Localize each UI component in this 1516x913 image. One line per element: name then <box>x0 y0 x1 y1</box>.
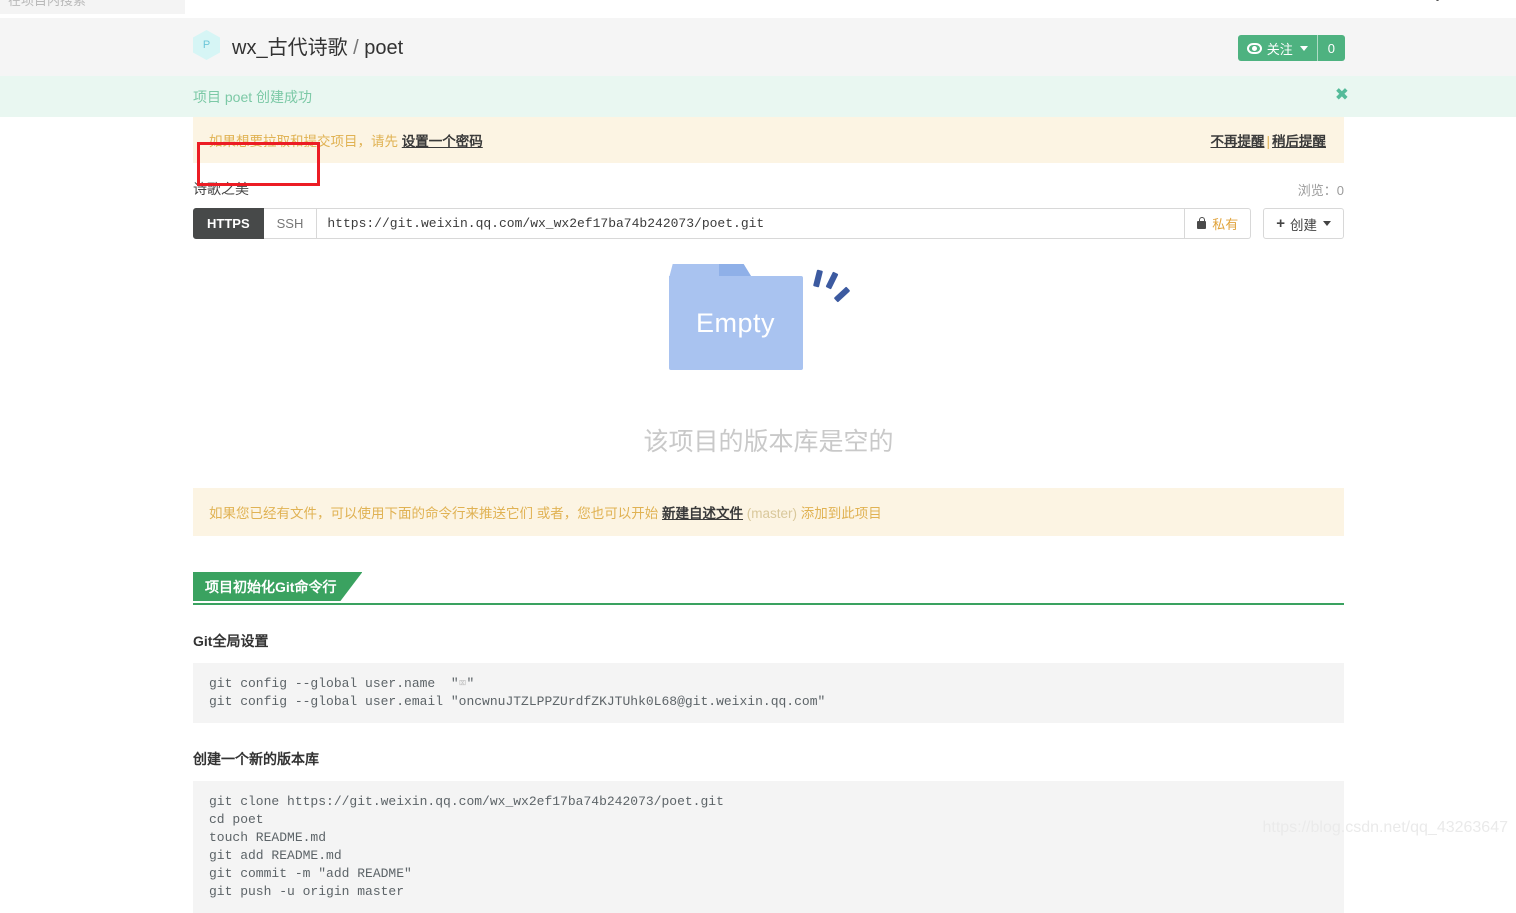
empty-folder-illustration: Empty <box>668 264 869 394</box>
watch-count[interactable]: 0 <box>1316 35 1345 61</box>
new-repo-code[interactable]: git clone https://git.weixin.qq.com/wx_w… <box>193 781 1344 913</box>
chevron-down-icon <box>1323 221 1331 226</box>
success-banner-message: 项目 poet 创建成功 <box>193 89 313 105</box>
set-password-link[interactable]: 设置一个密码 <box>402 134 483 149</box>
readme-hint-alert: 如果您已经有文件，可以使用下面的命令行来推送它们 或者，您也可以开始 新建自述文… <box>193 488 1344 536</box>
git-commands-tab: 项目初始化Git命令行 <box>193 572 362 601</box>
readme-hint-prefix: 如果您已经有文件，可以使用下面的命令行来推送它们 或者，您也可以开始 <box>209 506 659 521</box>
main-content: 如果想要拉取和提交项目，请先 设置一个密码 不再提醒 | 稍后提醒 诗歌之美 浏览：… <box>193 117 1344 913</box>
sparkle-icon <box>812 269 823 288</box>
protocol-tab-ssh[interactable]: SSH <box>263 208 318 239</box>
code-line: git clone https://git.weixin.qq.com/wx_w… <box>209 794 724 809</box>
git-global-config-title: Git全局设置 <box>193 633 269 649</box>
repo-meta-row: 诗歌之美 浏览：0 <box>193 179 1344 199</box>
readme-hint-suffix: 添加到此项目 <box>800 506 882 521</box>
close-icon[interactable]: ✖ <box>1335 85 1349 105</box>
top-navbar: 在项目内搜索 + <box>0 0 1516 18</box>
title-separator: / <box>353 36 359 59</box>
project-owner-link[interactable]: wx_古代诗歌 <box>232 37 348 59</box>
privacy-label: 私有 <box>1212 217 1239 232</box>
code-line: git commit -m "add README" <box>209 866 412 881</box>
branch-name: (master) <box>746 506 798 521</box>
status-badge: 私有 <box>1185 208 1252 239</box>
view-count-label: 浏览： <box>1297 183 1337 198</box>
avatar: P <box>193 30 220 60</box>
clone-bar: HTTPS SSH https://git.weixin.qq.com/wx_w… <box>193 208 1344 239</box>
git-config-name-prefix: git config --global user.name " <box>209 676 459 691</box>
project-header: P wx_古代诗歌 / poet 关注 0 <box>0 18 1516 76</box>
eye-icon <box>1246 42 1262 54</box>
global-search-input[interactable]: 在项目内搜索 <box>0 0 185 14</box>
sparkle-icon <box>833 286 850 303</box>
git-global-config-code[interactable]: git config --global user.name "⌧" git co… <box>193 663 1344 723</box>
folder-label: Empty <box>695 307 776 338</box>
project-repo-link[interactable]: poet <box>364 37 403 59</box>
watch-label: 关注 <box>1266 41 1293 57</box>
protocol-tab-https[interactable]: HTTPS <box>193 208 264 239</box>
create-button[interactable]: + 创建 <box>1263 208 1344 239</box>
password-alert-prefix: 如果想要拉取和提交项目，请先 <box>209 134 398 149</box>
git-config-email-line: git config --global user.email "oncwnuJT… <box>209 694 826 709</box>
sparkle-icon <box>825 271 838 290</box>
code-line: git add README.md <box>209 848 342 863</box>
new-readme-link[interactable]: 新建自述文件 <box>662 506 743 521</box>
password-alert: 如果想要拉取和提交项目，请先 设置一个密码 不再提醒 | 稍后提醒 <box>193 117 1344 163</box>
password-alert-text: 如果想要拉取和提交项目，请先 设置一个密码 <box>209 130 483 150</box>
create-button-label: 创建 <box>1290 217 1317 233</box>
dismiss-forever-link[interactable]: 不再提醒 <box>1210 134 1264 149</box>
password-alert-actions: 不再提醒 | 稍后提醒 <box>1208 130 1328 150</box>
code-line: touch README.md <box>209 830 327 845</box>
vertical-dots-icon <box>1435 0 1439 1</box>
action-divider: | <box>1266 134 1270 149</box>
view-count: 浏览：0 <box>1298 180 1344 199</box>
clone-url-input[interactable]: https://git.weixin.qq.com/wx_wx2ef17ba74… <box>317 208 1186 239</box>
chevron-down-icon <box>1299 45 1308 51</box>
empty-state: Empty 该项目的版本库是空的 <box>193 264 1344 458</box>
git-commands-section-header: 项目初始化Git命令行 <box>193 572 1344 605</box>
dismiss-later-link[interactable]: 稍后提醒 <box>1272 134 1326 149</box>
user-menu-button[interactable] <box>1435 0 1453 1</box>
git-config-name-suffix: " <box>466 676 475 691</box>
watch-button[interactable]: 关注 0 <box>1237 35 1345 61</box>
view-count-value: 0 <box>1336 183 1344 198</box>
lock-icon <box>1197 216 1207 229</box>
project-identity: P wx_古代诗歌 / poet <box>193 30 403 60</box>
code-line: cd poet <box>209 812 264 827</box>
add-new-menu-button[interactable]: + <box>1475 0 1500 3</box>
page-title: wx_古代诗歌 / poet <box>232 31 403 60</box>
plus-icon: + <box>1475 0 1486 3</box>
project-description: 诗歌之美 <box>193 181 249 197</box>
topnav-icon-group: + <box>1435 0 1500 3</box>
watch-button-main[interactable]: 关注 <box>1238 35 1317 61</box>
success-banner: 项目 poet 创建成功 ✖ <box>0 76 1516 117</box>
new-repo-title: 创建一个新的版本库 <box>193 751 319 767</box>
empty-state-message: 该项目的版本库是空的 <box>643 428 894 456</box>
plus-icon: + <box>1276 215 1285 232</box>
code-line: git push -u origin master <box>209 884 405 899</box>
